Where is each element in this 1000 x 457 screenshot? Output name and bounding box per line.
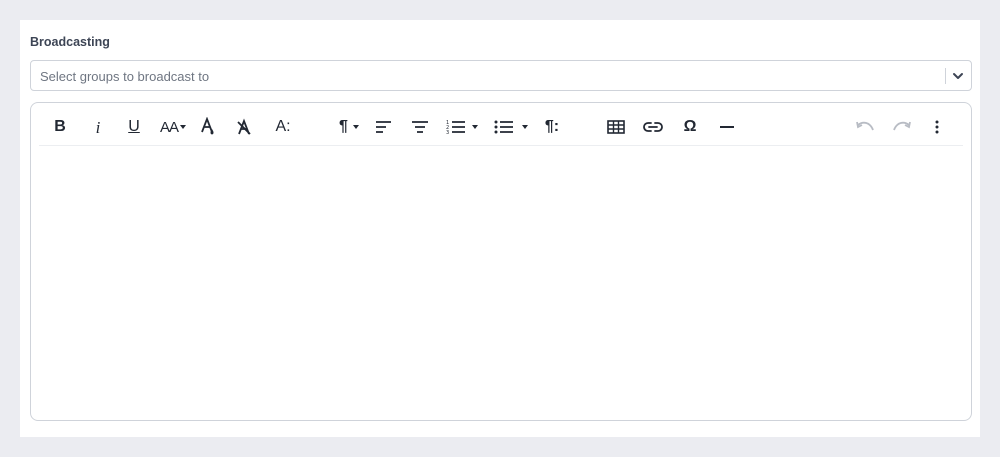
more-options-button[interactable] (927, 113, 947, 141)
paragraph-style-icon: ¶: (544, 118, 560, 135)
special-characters-button[interactable]: Ω (679, 113, 701, 141)
horizontal-line-button[interactable] (716, 113, 738, 141)
chevron-down-icon[interactable] (951, 69, 965, 83)
editor-toolbar: B i U AA A: ¶ 1 2 3 ¶: Ω (39, 107, 963, 146)
broadcasting-panel: Broadcasting Select groups to broadcast … (20, 20, 980, 437)
select-separator (945, 68, 946, 84)
line-height-icon: A: (275, 118, 291, 135)
clear-formatting-icon (235, 118, 253, 136)
ordered-list-icon: 1 2 3 (446, 119, 466, 135)
horizontal-line-icon (719, 125, 735, 129)
rich-text-editor: B i U AA A: ¶ 1 2 3 ¶: Ω (30, 102, 972, 421)
font-size-button[interactable]: AA (157, 113, 189, 141)
italic-button[interactable]: i (87, 113, 109, 141)
ordered-list-button[interactable]: 1 2 3 (445, 113, 479, 141)
undo-button[interactable] (853, 113, 877, 141)
font-size-icon: AA (159, 118, 179, 136)
dropdown-caret-icon (472, 125, 478, 129)
text-color-button[interactable] (197, 113, 219, 141)
insert-table-button[interactable] (605, 113, 627, 141)
omega-icon: Ω (683, 118, 697, 135)
bold-icon: B (54, 118, 66, 135)
svg-text:3: 3 (446, 130, 449, 135)
align-left-button[interactable] (373, 113, 395, 141)
clear-formatting-button[interactable] (233, 113, 255, 141)
dropdown-caret-icon (522, 125, 528, 129)
undo-icon (855, 121, 875, 133)
align-left-icon (375, 120, 393, 134)
section-label: Broadcasting (30, 35, 110, 49)
unordered-list-button[interactable] (493, 113, 529, 141)
italic-icon: i (95, 117, 101, 137)
insert-link-button[interactable] (642, 113, 664, 141)
unordered-list-icon (494, 119, 514, 135)
align-center-button[interactable] (409, 113, 431, 141)
more-vertical-icon (935, 120, 939, 134)
dropdown-caret-icon (352, 125, 359, 129)
link-icon (643, 121, 663, 133)
editor-content-area[interactable] (39, 151, 963, 413)
redo-button[interactable] (890, 113, 914, 141)
select-placeholder: Select groups to broadcast to (40, 69, 210, 84)
line-height-button[interactable]: A: (271, 113, 295, 141)
align-center-icon (411, 120, 429, 134)
paragraph-style-button[interactable]: ¶: (539, 113, 565, 141)
bold-button[interactable]: B (49, 113, 71, 141)
broadcast-groups-select[interactable]: Select groups to broadcast to (30, 60, 972, 91)
paragraph-icon: ¶ (339, 118, 348, 135)
underline-button[interactable]: U (123, 113, 145, 141)
text-color-icon (199, 117, 217, 137)
paragraph-format-button[interactable]: ¶ (335, 113, 363, 141)
table-icon (607, 120, 625, 134)
dropdown-caret-icon (180, 125, 186, 129)
underline-icon: U (128, 118, 140, 135)
redo-icon (892, 121, 912, 133)
